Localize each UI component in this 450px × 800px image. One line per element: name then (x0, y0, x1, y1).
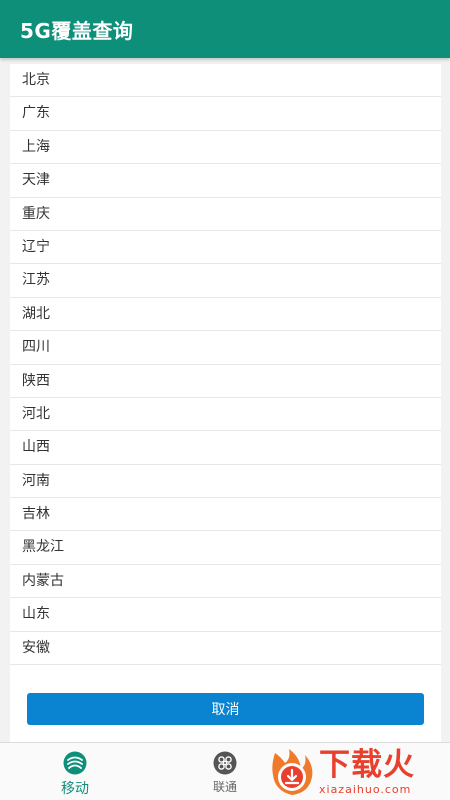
watermark-text: 下载火 xiazaihuo.com (319, 747, 415, 796)
province-item[interactable]: 安徽 (10, 632, 441, 666)
province-item[interactable]: 河南 (10, 465, 441, 499)
watermark: 下载火 xiazaihuo.com (265, 742, 450, 800)
china-unicom-icon (213, 751, 237, 775)
province-item[interactable]: 陕西 (10, 365, 441, 398)
province-item[interactable]: 辽宁 (10, 231, 441, 265)
province-item[interactable]: 山东 (10, 598, 441, 632)
watermark-main: 下载火 (319, 746, 415, 783)
tab-mobile[interactable]: 移动 (0, 743, 150, 800)
province-item[interactable]: 江苏 (10, 264, 441, 298)
province-item[interactable]: 河北 (10, 398, 441, 432)
province-list: 北京 广东 上海 天津 重庆 辽宁 江苏 湖北 四川 陕西 河北 山西 河南 吉… (10, 64, 441, 666)
province-item[interactable]: 湖北 (10, 298, 441, 332)
province-item[interactable]: 重庆 (10, 198, 441, 231)
province-item[interactable]: 黑龙江 (10, 531, 441, 565)
province-item[interactable]: 北京 (10, 64, 441, 98)
province-picker-dialog: 北京 广东 上海 天津 重庆 辽宁 江苏 湖北 四川 陕西 河北 山西 河南 吉… (10, 64, 441, 742)
province-item[interactable]: 上海 (10, 131, 441, 165)
province-item[interactable]: 山西 (10, 431, 441, 465)
province-item[interactable]: 内蒙古 (10, 565, 441, 599)
fire-download-logo (272, 749, 313, 795)
china-mobile-icon (63, 751, 87, 775)
cancel-button[interactable]: 取消 (27, 693, 424, 725)
province-item[interactable]: 广东 (10, 97, 441, 131)
province-item[interactable]: 天津 (10, 164, 441, 198)
province-item[interactable]: 四川 (10, 331, 441, 365)
app-bar: 5G覆盖查询 (0, 0, 450, 58)
tab-mobile-label: 移动 (61, 781, 89, 797)
page-title: 5G覆盖查询 (20, 18, 134, 43)
province-item[interactable]: 吉林 (10, 498, 441, 532)
tab-unicom-label: 联通 (212, 780, 237, 794)
watermark-sub: xiazaihuo.com (319, 782, 412, 796)
